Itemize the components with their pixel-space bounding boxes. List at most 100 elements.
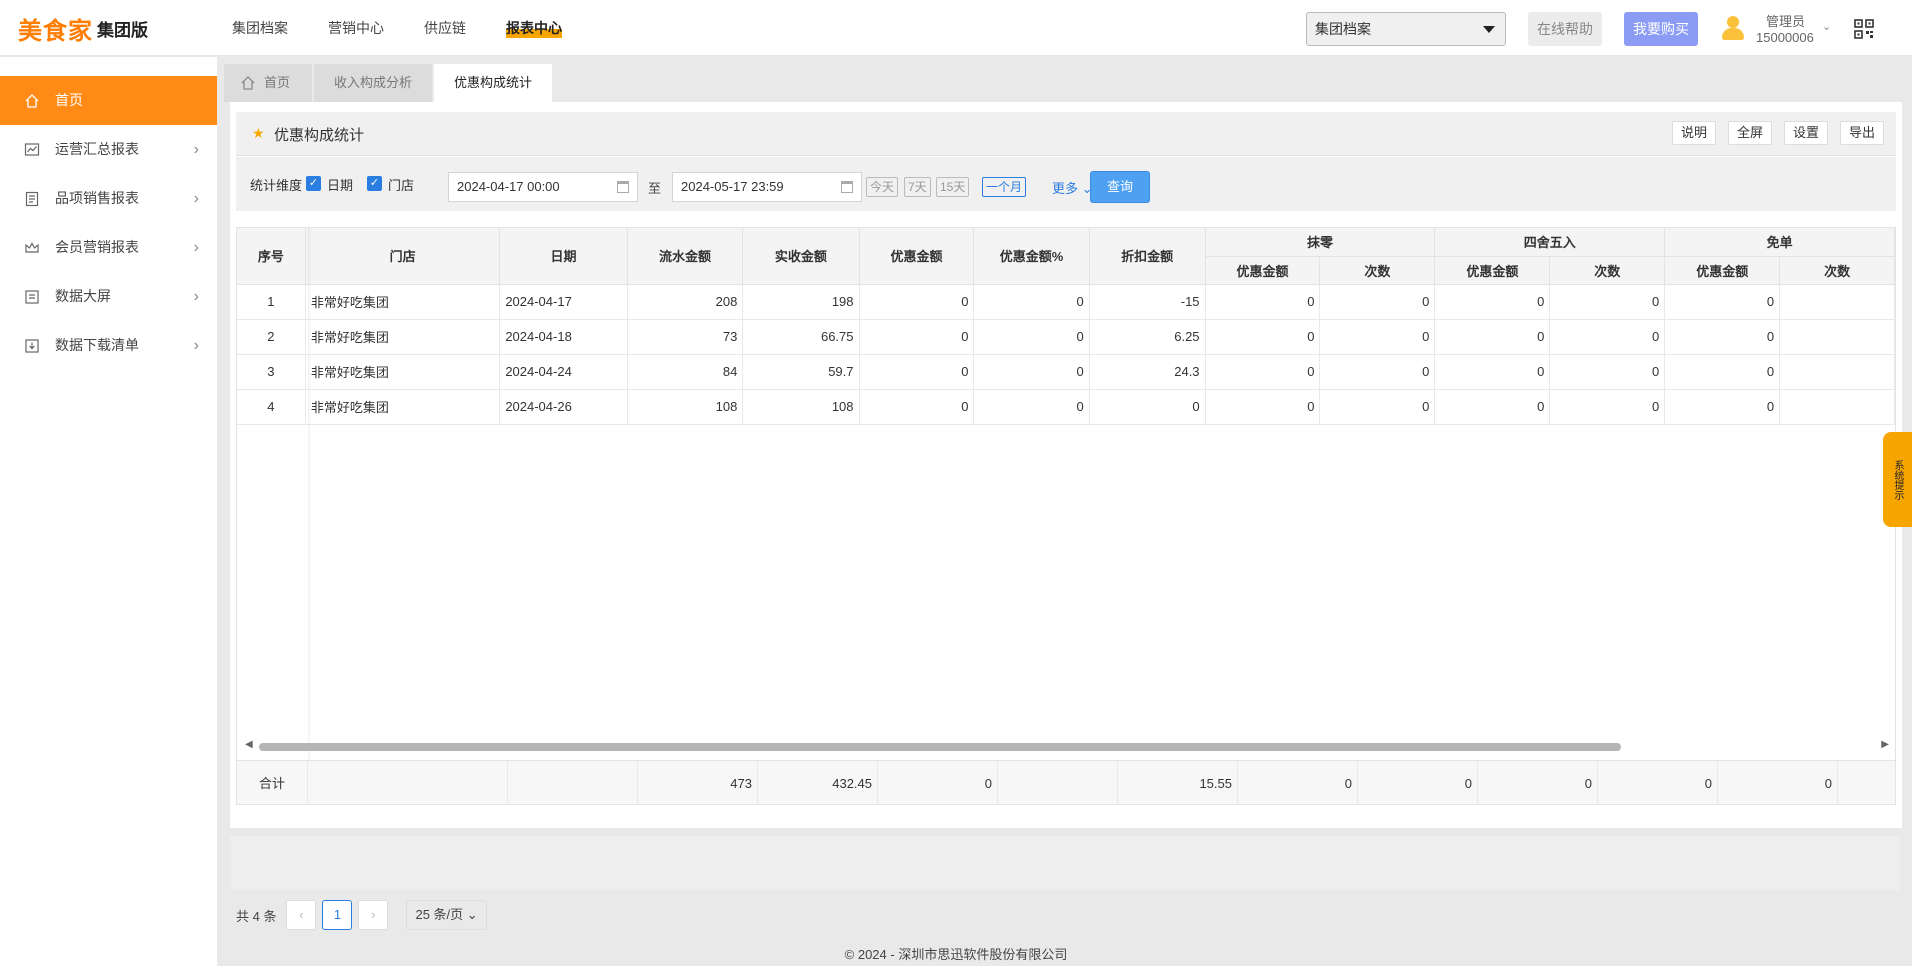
download-icon [25, 339, 39, 353]
date-checkbox[interactable]: ✓ [306, 176, 321, 191]
col-date: 日期 [499, 228, 628, 285]
export-button[interactable]: 导出 [1839, 121, 1884, 145]
top-header: 美食家 集团版 集团档案 营销中心 供应链 报表中心 集团档案 在线帮助 我要购… [0, 0, 1912, 56]
sidebar: 首页 运营汇总报表 › 品项销售报表 › 会员营销报表 › 数据大屏 › 数据下… [0, 57, 217, 966]
chevron-right-icon: › [193, 141, 199, 158]
quick-15days[interactable]: 15天 [936, 177, 970, 197]
table-row[interactable]: 2 非常好吃集团 2024-04-18 73 66.75 0 0 6.25 0 … [237, 319, 1895, 355]
scroll-thumb[interactable] [259, 743, 1621, 751]
page-tabs: 首页 收入构成分析 优惠构成统计 [224, 64, 554, 102]
sidebar-item-label: 运营汇总报表 [55, 141, 139, 157]
quick-one-month[interactable]: 一个月 [982, 177, 1027, 197]
avatar-icon[interactable] [1722, 16, 1744, 42]
cell-discount: 0 [859, 354, 975, 390]
sidebar-item-member-marketing[interactable]: 会员营销报表 › [0, 223, 217, 272]
start-date-input[interactable]: 2024-04-17 00:00 [448, 172, 638, 202]
col-store: 门店 [305, 228, 501, 285]
query-button[interactable]: 查询 [1090, 171, 1150, 203]
cell-count [1779, 284, 1895, 320]
sidebar-item-label: 会员营销报表 [55, 239, 139, 255]
cell-amount: 0 [1664, 319, 1781, 355]
chevron-down-icon[interactable]: ⌄ [1822, 20, 1831, 33]
total-date [508, 761, 638, 804]
nav-group-archive[interactable]: 集团档案 [232, 18, 288, 38]
next-page-button[interactable]: › [358, 900, 389, 930]
start-date-value: 2024-04-17 00:00 [457, 179, 560, 194]
cell-store: 非常好吃集团 [305, 319, 501, 355]
cell-amount: 0 [1205, 284, 1321, 320]
cell-flow: 84 [627, 354, 744, 390]
quick-today[interactable]: 今天 [866, 177, 899, 197]
cell-discount-pct: 0 [973, 354, 1090, 390]
cell-count: 0 [1319, 389, 1436, 425]
scroll-right-icon[interactable]: ▶ [1881, 739, 1889, 750]
col-sub-count: 次数 [1779, 256, 1895, 285]
sidebar-item-operations-report[interactable]: 运营汇总报表 › [0, 125, 217, 174]
tab-home[interactable]: 首页 [224, 64, 312, 102]
caret-down-icon [1483, 26, 1495, 33]
horizontal-scrollbar[interactable]: ◀ ▶ [237, 739, 1895, 752]
table-row[interactable]: 4 非常好吃集团 2024-04-26 108 108 0 0 0 0 0 0 … [237, 389, 1895, 425]
group-select[interactable]: 集团档案 [1306, 12, 1506, 46]
cell-seq: 4 [237, 389, 306, 425]
store-checkbox[interactable]: ✓ [367, 176, 382, 191]
tab-discount-stats[interactable]: 优惠构成统计 [434, 64, 553, 102]
total-row: 合计 473 432.45 0 15.55 0 0 0 0 0 [237, 760, 1895, 804]
main-panel: ★ 优惠构成统计 说明 全屏 设置 导出 统计维度 ✓ 日期 ✓ 门店 2024… [230, 102, 1902, 930]
more-dropdown[interactable]: 更多 ⌄ [1052, 178, 1093, 197]
nav-marketing[interactable]: 营销中心 [328, 18, 384, 38]
fullscreen-button[interactable]: 全屏 [1727, 121, 1772, 145]
cell-seq: 2 [237, 319, 306, 355]
sidebar-item-label: 品项销售报表 [55, 190, 139, 206]
total-flow: 473 [638, 761, 758, 804]
total-discount: 0 [878, 761, 998, 804]
cell-received: 198 [742, 284, 860, 320]
online-help-button[interactable]: 在线帮助 [1528, 12, 1602, 46]
end-date-value: 2024-05-17 23:59 [681, 179, 784, 194]
sidebar-item-home[interactable]: 首页 [0, 76, 217, 125]
page-number-button[interactable]: 1 [322, 900, 353, 930]
end-date-input[interactable]: 2024-05-17 23:59 [672, 172, 862, 202]
system-tip-tab[interactable]: 系统提示 [1883, 432, 1912, 527]
cell-count [1779, 389, 1895, 425]
star-icon[interactable]: ★ [252, 125, 265, 142]
buy-button[interactable]: 我要购买 [1624, 12, 1698, 46]
nav-supply-chain[interactable]: 供应链 [424, 18, 466, 38]
cell-count: 0 [1319, 284, 1436, 320]
explain-button[interactable]: 说明 [1671, 121, 1716, 145]
table-row[interactable]: 3 非常好吃集团 2024-04-24 84 59.7 0 0 24.3 0 0… [237, 354, 1895, 390]
col-discount[interactable]: 优惠金额 [859, 228, 975, 285]
to-label: 至 [648, 181, 662, 196]
quick-7days[interactable]: 7天 [904, 177, 931, 197]
total-amount: 0 [1238, 761, 1358, 804]
cell-amount: 0 [1434, 389, 1551, 425]
sidebar-item-item-sales[interactable]: 品项销售报表 › [0, 174, 217, 223]
table-row[interactable]: 1 非常好吃集团 2024-04-17 208 198 0 0 -15 0 0 … [237, 284, 1895, 320]
settings-button[interactable]: 设置 [1783, 121, 1828, 145]
logo[interactable]: 美食家 集团版 [18, 13, 148, 45]
col-rebate[interactable]: 折扣金额 [1089, 228, 1206, 285]
cell-discount: 0 [859, 284, 975, 320]
prev-page-button[interactable]: ‹ [286, 900, 317, 930]
cell-date: 2024-04-24 [499, 354, 628, 390]
tab-income-analysis[interactable]: 收入构成分析 [314, 64, 433, 102]
sidebar-item-download-list[interactable]: 数据下载清单 › [0, 321, 217, 370]
cell-count: 0 [1549, 284, 1666, 320]
qrcode-icon[interactable] [1854, 19, 1874, 39]
sidebar-item-label: 数据大屏 [55, 288, 111, 304]
sidebar-item-data-screen[interactable]: 数据大屏 › [0, 272, 217, 321]
cell-count: 0 [1319, 319, 1436, 355]
data-table: 序号 门店 日期 流水金额 实收金额 优惠金额 优惠金额% 折扣金额 抹零 四舍… [236, 227, 1896, 805]
col-received[interactable]: 实收金额 [742, 228, 860, 285]
total-amount: 0 [1718, 761, 1838, 804]
page-size-value: 25 条/页 [415, 907, 464, 922]
col-flow[interactable]: 流水金额 [627, 228, 744, 285]
col-group-rounding-off: 抹零 [1205, 228, 1436, 257]
col-discount-pct[interactable]: 优惠金额% [973, 228, 1090, 285]
cell-rebate: 0 [1089, 389, 1206, 425]
page-size-select[interactable]: 25 条/页 ⌄ [406, 900, 487, 930]
tab-label: 首页 [264, 75, 291, 90]
user-name[interactable]: 管理员 [1766, 11, 1805, 30]
nav-report-center[interactable]: 报表中心 [506, 18, 562, 38]
scroll-left-icon[interactable]: ◀ [245, 739, 253, 750]
